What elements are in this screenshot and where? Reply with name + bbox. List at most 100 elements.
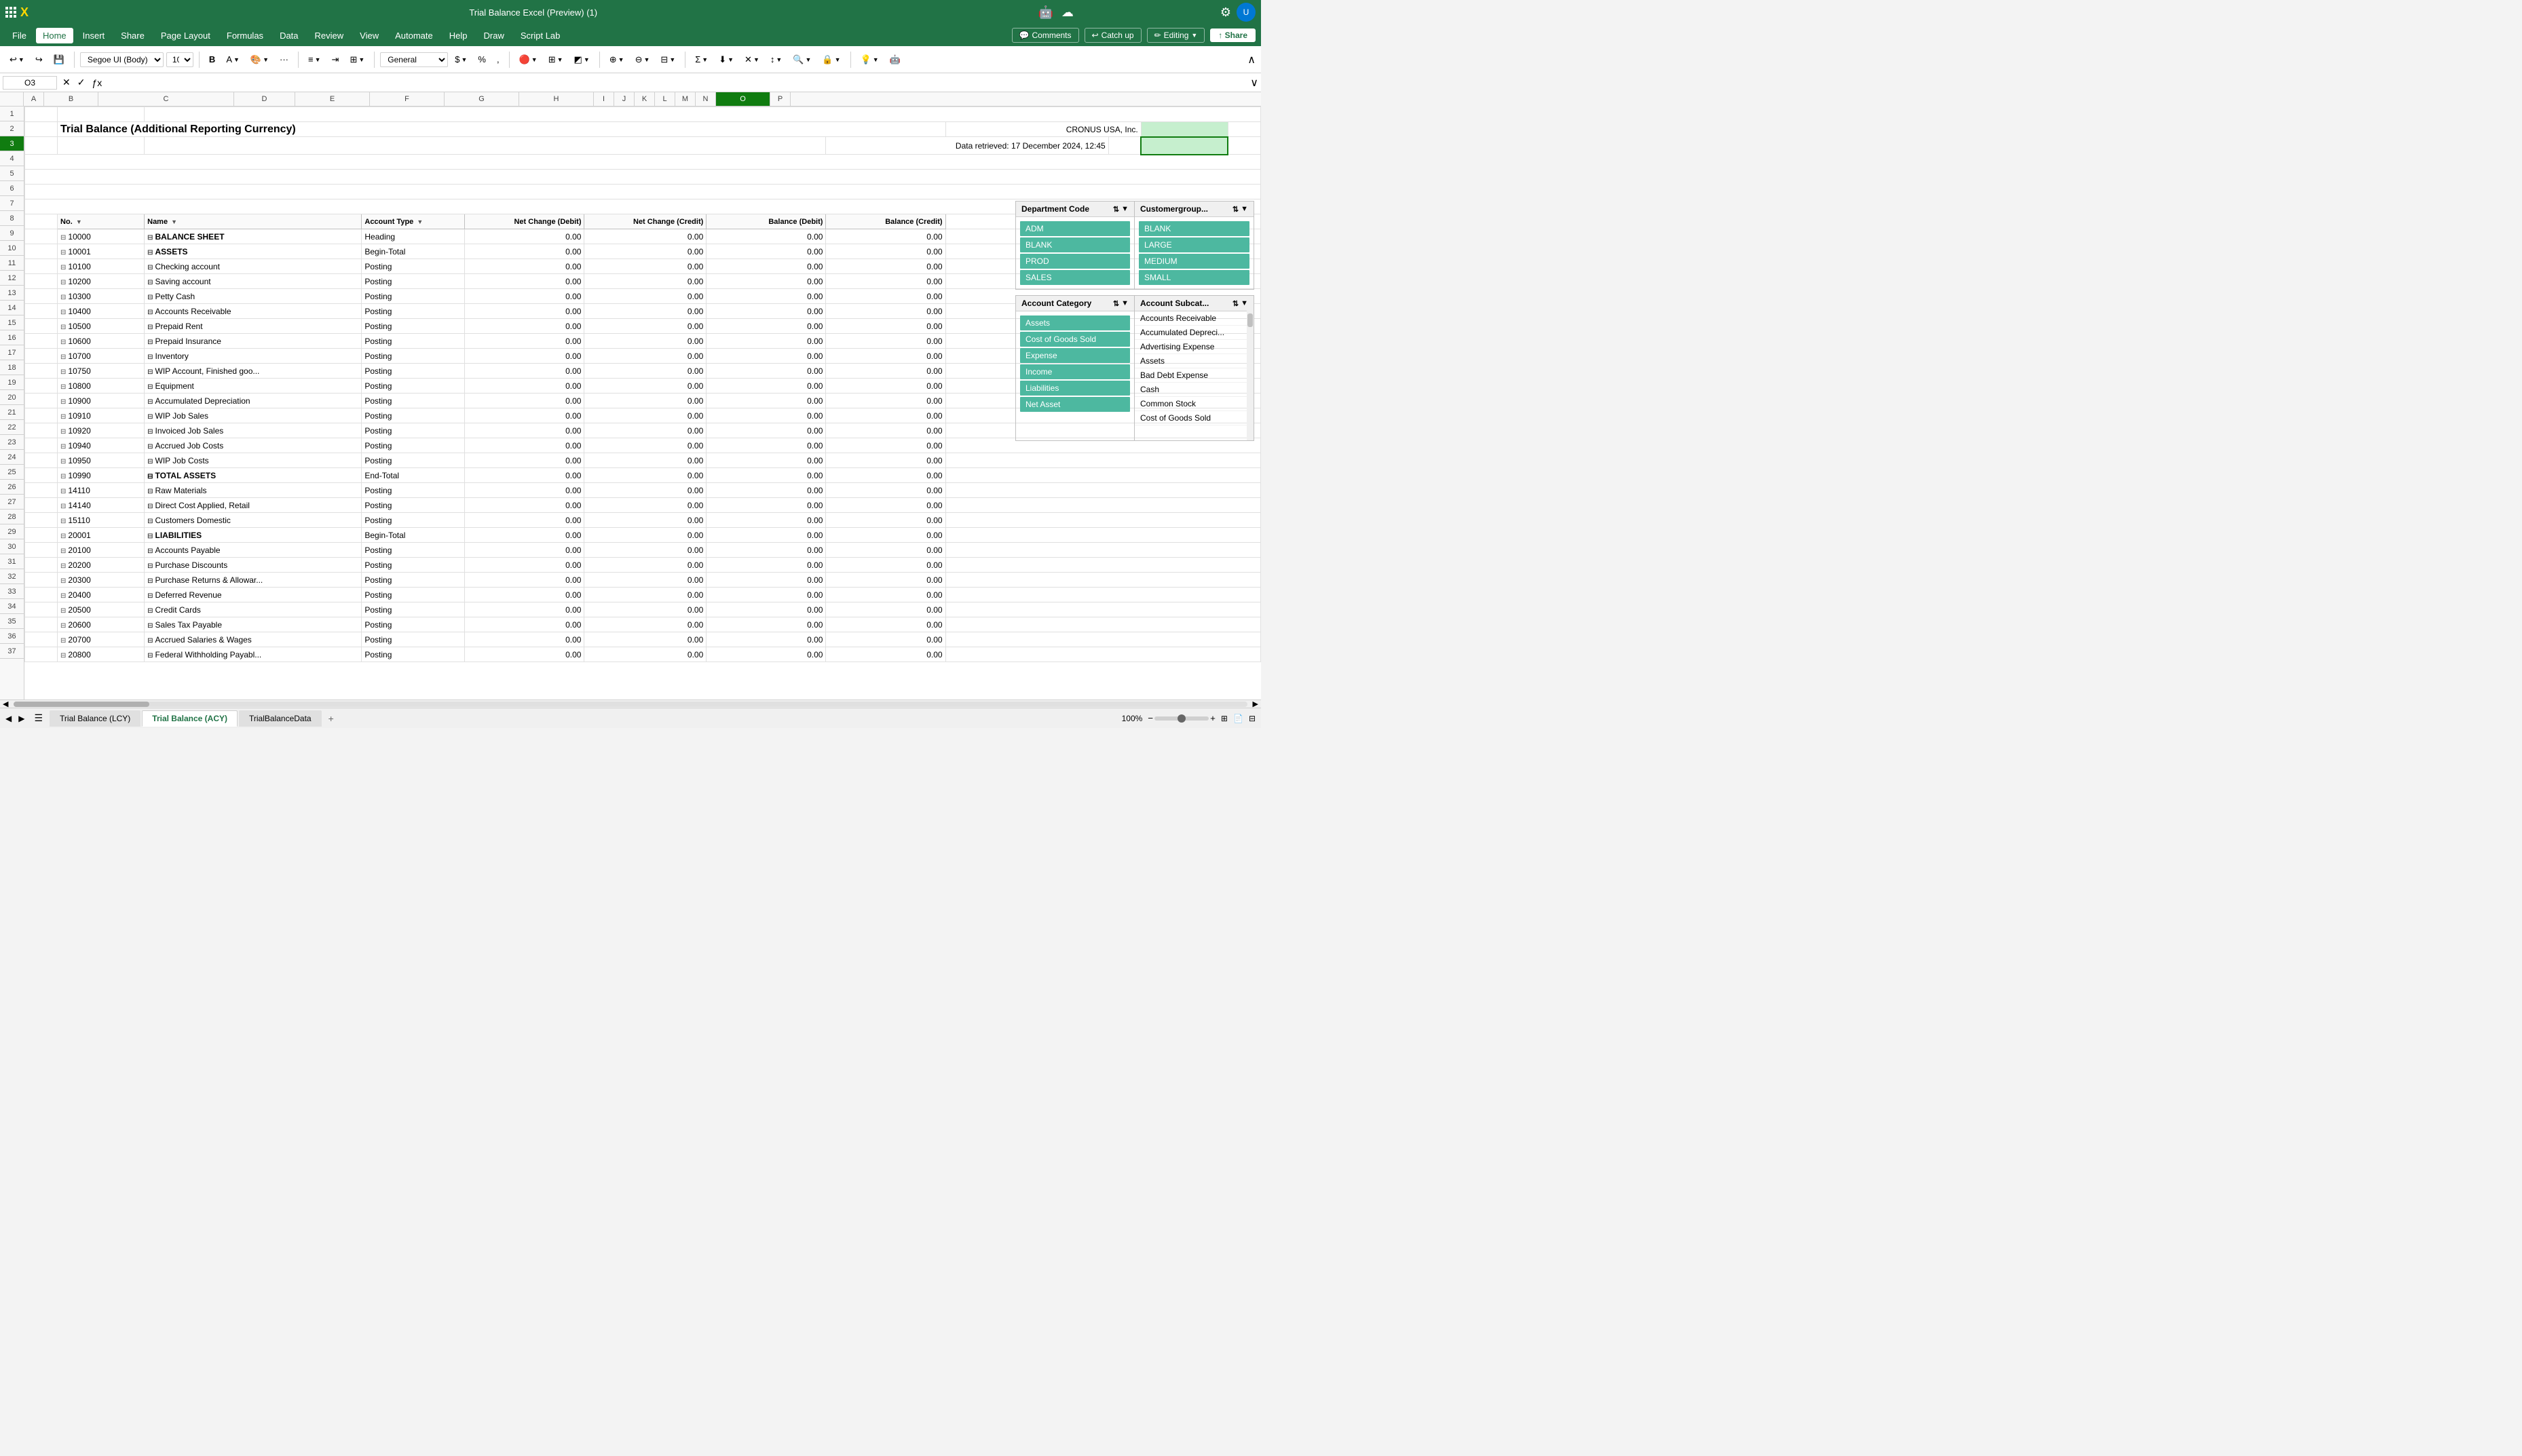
cell-g19[interactable]: 0.00 — [707, 379, 826, 394]
fill-color-button[interactable]: 🎨 ▼ — [246, 52, 273, 68]
cg-small-item[interactable]: SMALL — [1139, 270, 1249, 285]
bold-button[interactable]: B — [205, 52, 219, 67]
cell-f36[interactable]: 0.00 — [584, 632, 707, 647]
table-row-30[interactable]: ⊟20100 ⊟Accounts Payable Posting 0.00 0.… — [25, 543, 1261, 558]
cell-g21[interactable]: 0.00 — [707, 408, 826, 423]
cell-name-23[interactable]: ⊟Accrued Job Costs — [145, 438, 362, 453]
tab-trial-balance-lcy[interactable]: Trial Balance (LCY) — [50, 710, 140, 727]
cell-g20[interactable]: 0.00 — [707, 394, 826, 408]
cell-f22[interactable]: 0.00 — [584, 423, 707, 438]
row-1[interactable]: 1 — [0, 107, 24, 121]
cell-name-20[interactable]: ⊟Accumulated Depreciation — [145, 394, 362, 408]
col-header-n[interactable]: N — [696, 92, 716, 106]
cell-g22[interactable]: 0.00 — [707, 423, 826, 438]
cell-h21[interactable]: 0.00 — [826, 408, 945, 423]
cell-name-16[interactable]: ⊟Prepaid Insurance — [145, 334, 362, 349]
cell-e32[interactable]: 0.00 — [465, 573, 584, 588]
row-25[interactable]: 25 — [0, 465, 24, 480]
cell-name-17[interactable]: ⊟Inventory — [145, 349, 362, 364]
cell-a2[interactable] — [25, 122, 58, 137]
cell-no-23[interactable]: ⊟10940 — [58, 438, 145, 453]
row-24[interactable]: 24 — [0, 450, 24, 465]
row-35[interactable]: 35 — [0, 614, 24, 629]
menu-view[interactable]: View — [353, 28, 385, 43]
cell-g23[interactable]: 0.00 — [707, 438, 826, 453]
cell-a9[interactable] — [25, 229, 58, 244]
cell-h27[interactable]: 0.00 — [826, 498, 945, 513]
subcat-accum-depr-item[interactable]: Accumulated Depreci... — [1135, 326, 1254, 340]
cell-a26[interactable] — [25, 483, 58, 498]
cell-g16[interactable]: 0.00 — [707, 334, 826, 349]
catchup-button[interactable]: ↩ Catch up — [1085, 28, 1142, 43]
cell-h29[interactable]: 0.00 — [826, 528, 945, 543]
comma-button[interactable]: , — [493, 52, 504, 67]
cell-rest-31[interactable] — [945, 558, 1260, 573]
account-category-filter-icon[interactable]: ▼ — [1121, 299, 1129, 308]
cell-type-13[interactable]: Posting — [362, 289, 465, 304]
cell-f34[interactable]: 0.00 — [584, 602, 707, 617]
cell-g30[interactable]: 0.00 — [707, 543, 826, 558]
cell-f13[interactable]: 0.00 — [584, 289, 707, 304]
cat-expense-item[interactable]: Expense — [1020, 348, 1130, 363]
cell-type-28[interactable]: Posting — [362, 513, 465, 528]
cell-f31[interactable]: 0.00 — [584, 558, 707, 573]
cell-type-11[interactable]: Posting — [362, 259, 465, 274]
conditional-format-button[interactable]: 🔴 ▼ — [515, 52, 542, 68]
menu-page-layout[interactable]: Page Layout — [154, 28, 217, 43]
cell-type-35[interactable]: Posting — [362, 617, 465, 632]
cell-a10[interactable] — [25, 244, 58, 259]
row-21[interactable]: 21 — [0, 405, 24, 420]
scroll-track[interactable] — [14, 702, 1247, 707]
table-row-33[interactable]: ⊟20400 ⊟Deferred Revenue Posting 0.00 0.… — [25, 588, 1261, 602]
subcat-cogs-item[interactable]: Cost of Goods Sold — [1135, 411, 1254, 425]
row-33[interactable]: 33 — [0, 584, 24, 599]
menu-formulas[interactable]: Formulas — [220, 28, 270, 43]
cell-a28[interactable] — [25, 513, 58, 528]
cell-name-25[interactable]: ⊟TOTAL ASSETS — [145, 468, 362, 483]
col-header-i[interactable]: I — [594, 92, 614, 106]
cell-no-33[interactable]: ⊟20400 — [58, 588, 145, 602]
sheet-list-btn[interactable]: ☰ — [30, 712, 47, 724]
col-header-b[interactable]: B — [44, 92, 98, 106]
cat-income-item[interactable]: Income — [1020, 364, 1130, 379]
cell-g33[interactable]: 0.00 — [707, 588, 826, 602]
cell-f15[interactable]: 0.00 — [584, 319, 707, 334]
editing-button[interactable]: ✏ Editing ▼ — [1147, 28, 1205, 43]
cell-name-35[interactable]: ⊟Sales Tax Payable — [145, 617, 362, 632]
cell-g18[interactable]: 0.00 — [707, 364, 826, 379]
cell-g28[interactable]: 0.00 — [707, 513, 826, 528]
font-color-button[interactable]: A ▼ — [222, 52, 244, 67]
cg-large-item[interactable]: LARGE — [1139, 237, 1249, 252]
row-23[interactable]: 23 — [0, 435, 24, 450]
cell-no-15[interactable]: ⊟10500 — [58, 319, 145, 334]
cell-g27[interactable]: 0.00 — [707, 498, 826, 513]
cell-h10[interactable]: 0.00 — [826, 244, 945, 259]
subcat-common-stock-item[interactable]: Common Stock — [1135, 397, 1254, 411]
table-row-25[interactable]: ⊟10990 ⊟TOTAL ASSETS End-Total 0.00 0.00… — [25, 468, 1261, 483]
row-4[interactable]: 4 — [0, 151, 24, 166]
cell-p3[interactable] — [1228, 137, 1260, 155]
cell-h30[interactable]: 0.00 — [826, 543, 945, 558]
cell-name-18[interactable]: ⊟WIP Account, Finished goo... — [145, 364, 362, 379]
cell-e28[interactable]: 0.00 — [465, 513, 584, 528]
clear-button[interactable]: ✕ ▼ — [740, 52, 764, 68]
cell-no-22[interactable]: ⊟10920 — [58, 423, 145, 438]
cell-name-27[interactable]: ⊟Direct Cost Applied, Retail — [145, 498, 362, 513]
cell-rest-37[interactable] — [945, 647, 1260, 662]
cell-h15[interactable]: 0.00 — [826, 319, 945, 334]
cell-h33[interactable]: 0.00 — [826, 588, 945, 602]
cell-type-18[interactable]: Posting — [362, 364, 465, 379]
cell-rest-26[interactable] — [945, 483, 1260, 498]
cell-type-31[interactable]: Posting — [362, 558, 465, 573]
cell-g15[interactable]: 0.00 — [707, 319, 826, 334]
cell-h37[interactable]: 0.00 — [826, 647, 945, 662]
type-filter-icon[interactable]: ▼ — [417, 218, 423, 225]
cell-e34[interactable]: 0.00 — [465, 602, 584, 617]
cell-f32[interactable]: 0.00 — [584, 573, 707, 588]
cell-type-30[interactable]: Posting — [362, 543, 465, 558]
cell-f23[interactable]: 0.00 — [584, 438, 707, 453]
cell-h22[interactable]: 0.00 — [826, 423, 945, 438]
row-9[interactable]: 9 — [0, 226, 24, 241]
collapse-toolbar-icon[interactable]: ∧ — [1247, 54, 1256, 66]
cell-p2[interactable] — [1228, 122, 1260, 137]
